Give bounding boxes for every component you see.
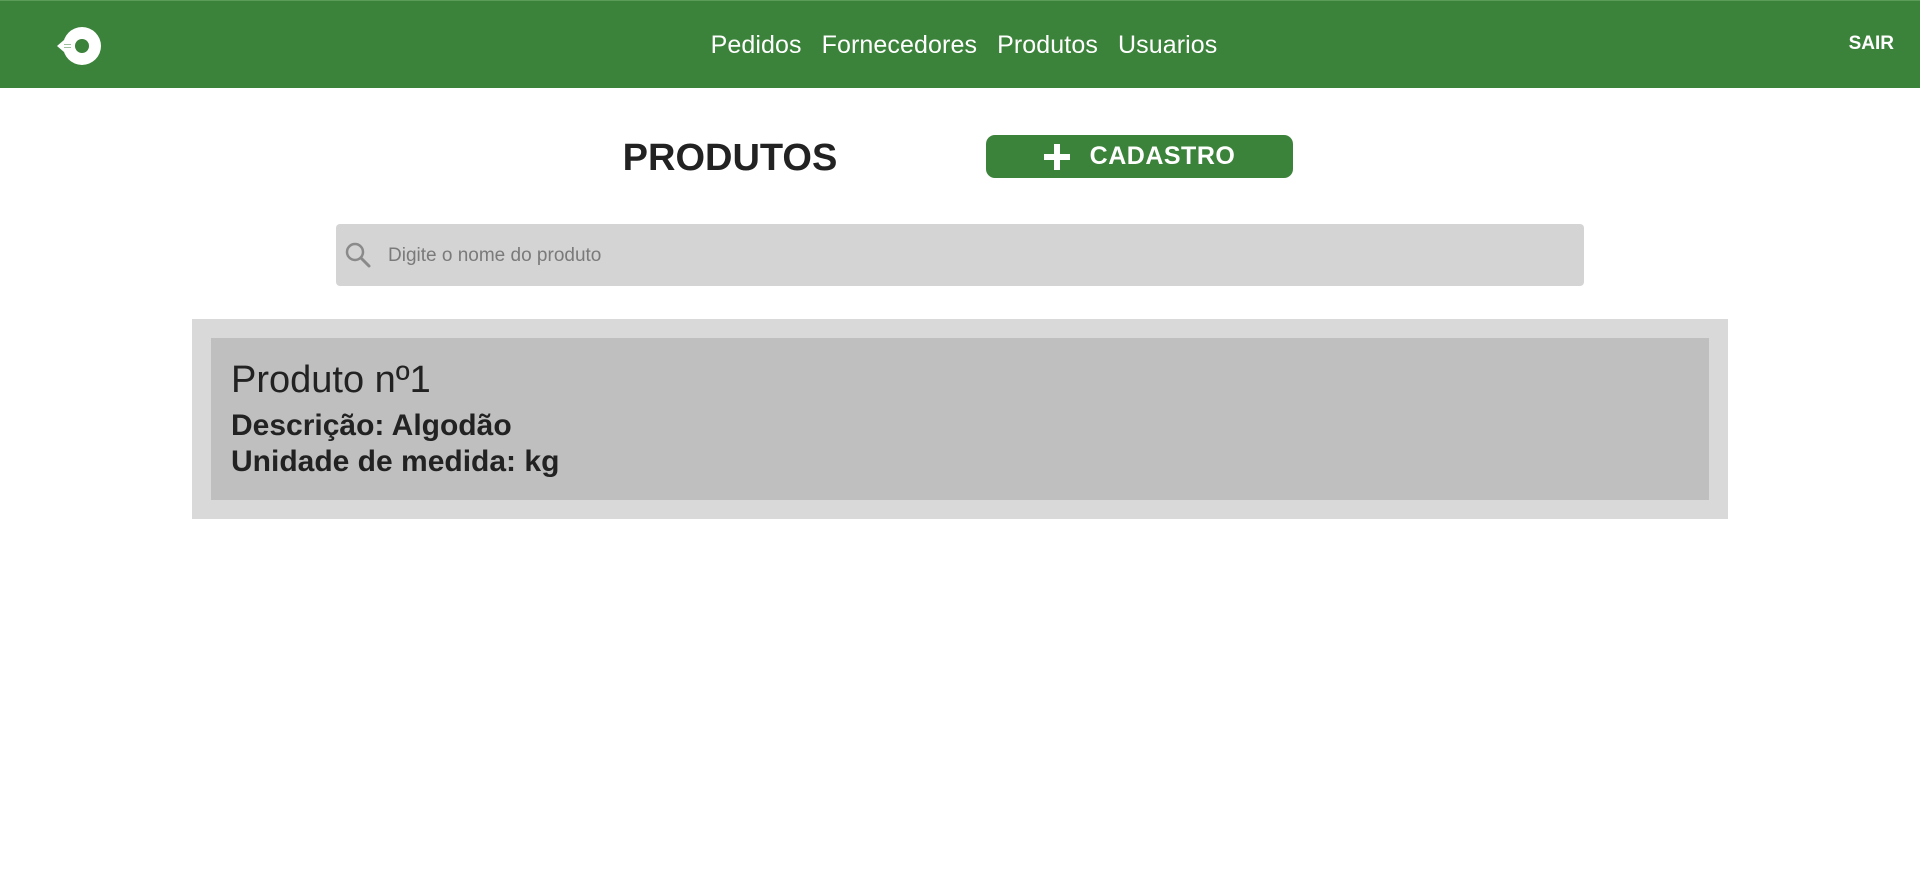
nav-link-pedidos[interactable]: Pedidos [711,31,802,60]
product-description: Descrição: Algodão [231,408,1689,444]
description-label: Descrição: [231,409,385,442]
plus-icon [1043,143,1070,170]
top-navbar: Pedidos Fornecedores Produtos Usuarios S… [0,0,1920,88]
product-name: Produto nº1 [231,359,431,401]
main-nav: Pedidos Fornecedores Produtos Usuarios [0,1,1920,89]
product-unit: Unidade de medida: kg [231,444,1689,480]
description-value: Algodão [391,409,512,442]
unit-label: Unidade de medida: [231,445,517,478]
add-product-button[interactable]: CADASTRO [986,135,1293,178]
search-icon [344,241,372,269]
product-card[interactable]: Produto nº1 Descrição: Algodão Unidade d… [211,338,1709,500]
nav-link-produtos[interactable]: Produtos [997,31,1098,60]
nav-link-fornecedores[interactable]: Fornecedores [822,31,977,60]
search-input[interactable] [386,224,1570,288]
unit-value: kg [524,445,560,478]
logout-button[interactable]: SAIR [1849,33,1894,55]
search-bar [336,224,1584,288]
add-button-label: CADASTRO [1089,142,1236,170]
page-title: PRODUTOS [622,137,838,179]
product-list: Produto nº1 Descrição: Algodão Unidade d… [192,319,1728,519]
nav-link-usuarios[interactable]: Usuarios [1118,31,1217,60]
